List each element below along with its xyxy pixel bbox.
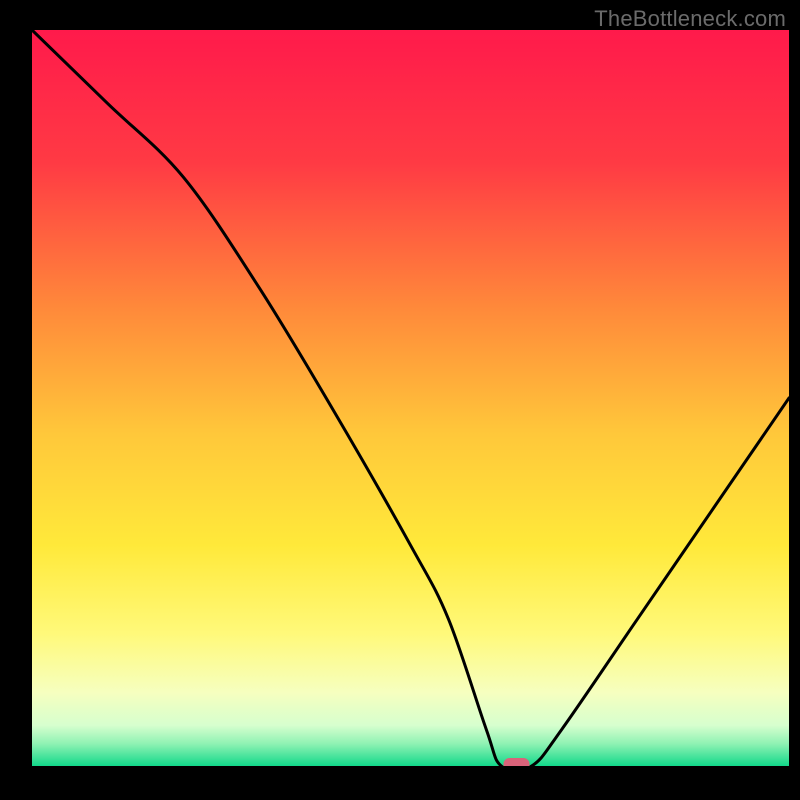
chart-frame: TheBottleneck.com <box>0 0 800 800</box>
gradient-background <box>32 30 789 766</box>
plot-area <box>32 30 789 766</box>
watermark-text: TheBottleneck.com <box>594 6 786 32</box>
bottleneck-chart <box>32 30 789 766</box>
optimum-marker <box>504 758 530 766</box>
